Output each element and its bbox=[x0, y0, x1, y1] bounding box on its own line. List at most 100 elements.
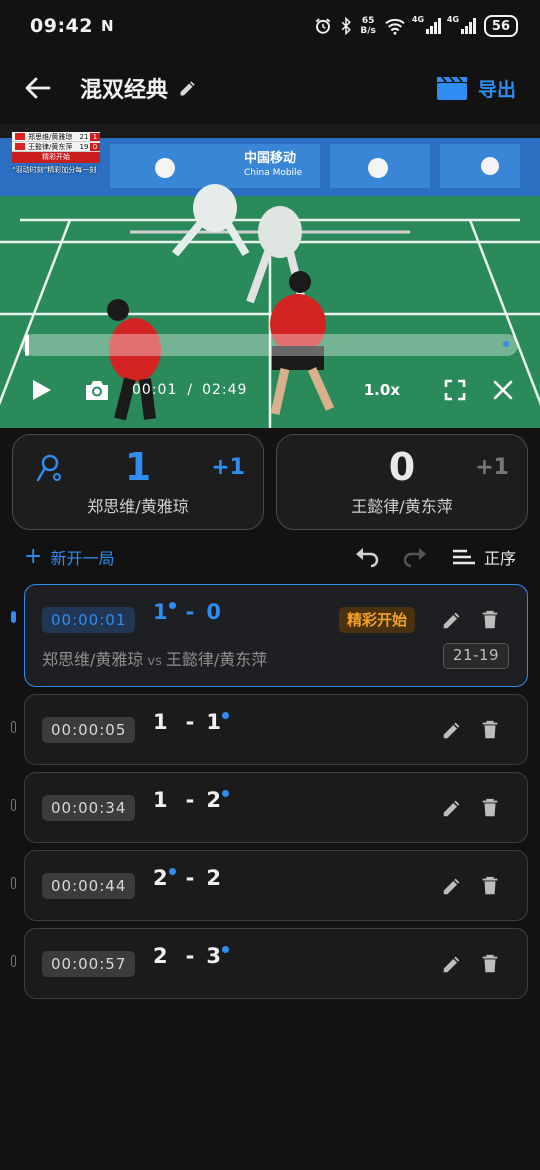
score-dash: - bbox=[185, 944, 195, 968]
team-b-card[interactable]: 0 +1 王懿律/黄东萍 bbox=[276, 434, 528, 530]
record-score: 1-0 bbox=[153, 600, 221, 624]
edit-pencil-icon[interactable] bbox=[441, 719, 463, 741]
record-score-a: 2 bbox=[153, 866, 176, 890]
edit-pencil-icon[interactable] bbox=[441, 609, 463, 631]
rally-record[interactable]: 00:00:01 1-0 精彩开始郑思维/黄雅琼 vs 王懿律/黄东萍 21-19 bbox=[24, 584, 528, 687]
highlight-tag[interactable]: 精彩开始 bbox=[339, 607, 416, 633]
game-score-badge: 21-19 bbox=[442, 643, 509, 669]
record-score-a: 1 bbox=[153, 710, 168, 734]
battery-icon: 56 bbox=[483, 15, 518, 37]
rally-record[interactable]: 00:00:05 1-1 bbox=[24, 694, 528, 765]
status-icons: 65 B/s 4G 4G 56 bbox=[314, 15, 518, 37]
signal-label-2: 4G bbox=[446, 15, 460, 24]
sponsor-name-en: China Mobile bbox=[244, 168, 303, 178]
record-time[interactable]: 00:00:44 bbox=[42, 873, 136, 899]
record-marker bbox=[11, 877, 16, 889]
vs-label: vs bbox=[147, 654, 162, 669]
rally-record[interactable]: 00:00:34 1-2 bbox=[24, 772, 528, 843]
camera-icon[interactable] bbox=[84, 377, 110, 403]
sort-icon bbox=[452, 549, 475, 565]
status-bar: 09:42 N 65 B/s 4G 4G 56 bbox=[0, 0, 540, 52]
seek-thumb[interactable] bbox=[24, 334, 29, 356]
serve-dot-icon bbox=[221, 790, 229, 797]
team-a-card[interactable]: 1 +1 郑思维/黄雅琼 bbox=[12, 434, 264, 530]
delete-trash-icon[interactable] bbox=[479, 609, 501, 631]
undo-icon[interactable] bbox=[354, 544, 380, 570]
play-icon[interactable] bbox=[30, 379, 52, 401]
new-game-label: 新开一局 bbox=[50, 549, 115, 568]
record-time[interactable]: 00:00:34 bbox=[42, 795, 136, 821]
redo-icon[interactable] bbox=[402, 544, 428, 570]
battery-level: 56 bbox=[491, 18, 510, 34]
record-score-a: 1 bbox=[153, 600, 176, 624]
scoreboard-team-b-game: 19 bbox=[79, 142, 89, 151]
new-game-button[interactable]: + 新开一局 bbox=[24, 545, 114, 569]
record-time[interactable]: 00:00:05 bbox=[42, 717, 136, 743]
record-score-a: 1 bbox=[153, 788, 168, 812]
page-title: 混双经典 bbox=[80, 78, 169, 103]
record-time[interactable]: 00:00:01 bbox=[42, 607, 136, 633]
team-a-name: 郑思维/黄雅琼 bbox=[87, 497, 189, 516]
seek-bar[interactable] bbox=[22, 334, 518, 356]
record-score-b: 0 bbox=[206, 600, 221, 624]
flag-icon bbox=[15, 133, 25, 140]
edit-pencil-icon[interactable] bbox=[441, 953, 463, 975]
record-marker bbox=[11, 799, 16, 811]
score-dash: - bbox=[185, 788, 195, 812]
sort-label: 正序 bbox=[483, 549, 516, 568]
signal-label: 4G bbox=[411, 15, 425, 24]
serve-dot-icon bbox=[168, 868, 176, 875]
record-score-b: 2 bbox=[206, 866, 221, 890]
scoreboard-team-b: 王懿律/黄东萍 bbox=[28, 142, 73, 151]
rally-record[interactable]: 00:00:44 2-2 bbox=[24, 850, 528, 921]
playback-speed-button[interactable]: 1.0x bbox=[364, 381, 400, 399]
record-time[interactable]: 00:00:57 bbox=[42, 951, 136, 977]
export-label: 导出 bbox=[477, 78, 516, 101]
alarm-icon bbox=[316, 18, 331, 34]
team-a-plus-one-button[interactable]: +1 bbox=[211, 455, 245, 480]
edit-title-pencil-icon[interactable] bbox=[178, 78, 198, 98]
sponsor-name: 中国移动 bbox=[244, 151, 297, 166]
scoreboard-caption: “羽动时刻”精彩加分每一刻 bbox=[12, 166, 97, 174]
close-icon[interactable] bbox=[492, 379, 514, 401]
edit-pencil-icon[interactable] bbox=[441, 875, 463, 897]
record-marker bbox=[11, 721, 16, 733]
status-time: 09:42 bbox=[30, 15, 93, 37]
net-speed-unit: B/s bbox=[360, 26, 376, 36]
record-score-a: 2 bbox=[153, 944, 168, 968]
plus-icon: + bbox=[24, 544, 43, 569]
record-score-b: 3 bbox=[206, 944, 229, 968]
scoreboard-row-b: 王懿律/黄东萍 19 0 bbox=[12, 142, 100, 152]
delete-trash-icon[interactable] bbox=[479, 953, 501, 975]
serve-dot-icon bbox=[221, 946, 229, 953]
export-button[interactable]: 导出 bbox=[436, 75, 516, 102]
record-team-a: 郑思维/黄雅琼 bbox=[42, 650, 144, 669]
sort-order-button[interactable]: 正序 bbox=[452, 545, 516, 569]
delete-trash-icon[interactable] bbox=[479, 875, 501, 897]
video-scoreboard-overlay: 郑思维/黄雅琼 21 1 王懿律/黄东萍 19 0 精彩开始 “羽动时刻”精彩加… bbox=[12, 132, 100, 175]
edit-pencil-icon[interactable] bbox=[441, 797, 463, 819]
flag-icon bbox=[15, 143, 25, 150]
video-controls: 00:01 / 02:49 1.0x bbox=[0, 372, 540, 408]
serve-dot-icon bbox=[221, 712, 229, 719]
record-players: 郑思维/黄雅琼 vs 王懿律/黄东萍 bbox=[42, 646, 267, 670]
scoreboard-team-a-game: 21 bbox=[79, 132, 89, 141]
scoreboard-team-a: 郑思维/黄雅琼 bbox=[28, 132, 73, 141]
scoreboard-team-a-current: 1 bbox=[90, 132, 100, 141]
video-player[interactable]: 郑思维/黄雅琼 21 1 王懿律/黄东萍 19 0 精彩开始 “羽动时刻”精彩加… bbox=[0, 124, 540, 428]
team-b-name: 王懿律/黄东萍 bbox=[351, 497, 453, 516]
net-speed-value: 65 bbox=[361, 16, 375, 26]
fullscreen-icon[interactable] bbox=[444, 379, 466, 401]
app-header: 混双经典 导出 bbox=[0, 52, 540, 124]
delete-trash-icon[interactable] bbox=[479, 719, 501, 741]
record-marker bbox=[11, 611, 16, 623]
current-time: 00:01 bbox=[132, 382, 178, 398]
rally-record[interactable]: 00:00:57 2-3 bbox=[24, 928, 528, 999]
score-dash: - bbox=[185, 866, 195, 890]
team-b-plus-one-button[interactable]: +1 bbox=[475, 455, 509, 480]
back-arrow-icon[interactable] bbox=[24, 74, 52, 102]
record-team-b: 王懿律/黄东萍 bbox=[165, 650, 268, 669]
serve-dot-icon bbox=[168, 602, 176, 609]
total-time: 02:49 bbox=[202, 382, 248, 398]
delete-trash-icon[interactable] bbox=[479, 797, 501, 819]
